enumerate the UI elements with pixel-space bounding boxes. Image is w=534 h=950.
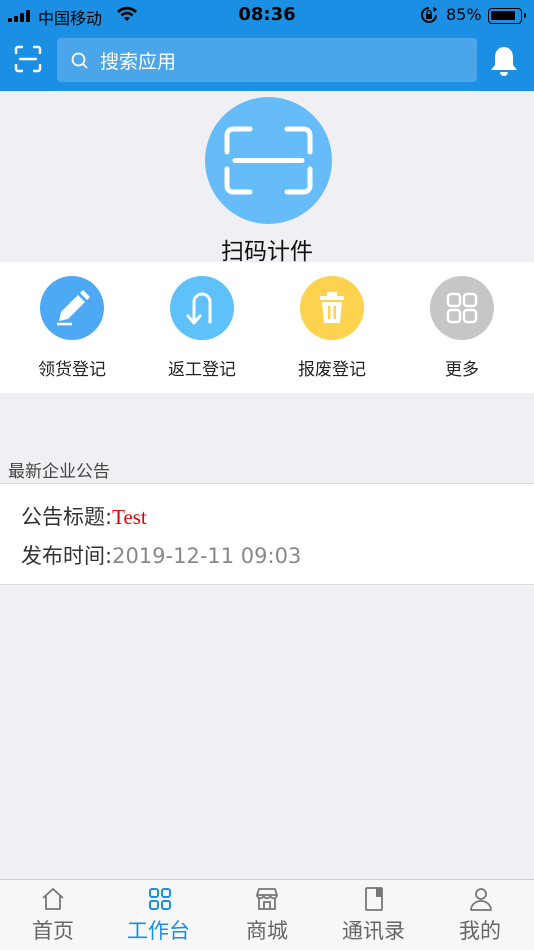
notifications-button[interactable]	[489, 44, 519, 78]
scan-icon	[14, 45, 42, 73]
tab-workbench[interactable]: 工作台	[107, 880, 214, 950]
scrap-button[interactable]: 报废登记	[265, 262, 399, 393]
app-header: 中国移动 08:36 85% 搜索应用	[0, 0, 534, 91]
rework-label: 返工登记	[168, 360, 236, 380]
announcement-time-label: 发布时间:	[21, 544, 113, 568]
rotation-lock-icon	[420, 6, 438, 28]
scrap-label: 报废登记	[298, 360, 366, 380]
quick-actions: 领货登记 返工登记 报废登记 更多	[0, 262, 534, 393]
announcement-time-value: 2019-12-11 09:03	[112, 544, 302, 568]
more-button[interactable]: 更多	[395, 262, 529, 393]
scan-button[interactable]	[12, 43, 44, 75]
home-icon	[42, 888, 64, 910]
battery-percentage: 85%	[446, 5, 482, 24]
search-placeholder: 搜索应用	[100, 51, 177, 73]
tab-contacts-label: 通讯录	[342, 919, 405, 943]
announcement-item[interactable]: 公告标题:Test 发布时间:2019-12-11 09:03	[0, 483, 534, 585]
rework-button[interactable]: 返工登记	[135, 262, 269, 393]
search-icon	[71, 52, 88, 69]
bell-icon	[491, 47, 517, 76]
search-input[interactable]: 搜索应用	[57, 38, 477, 82]
contacts-icon	[365, 887, 383, 911]
tab-profile-label: 我的	[459, 919, 501, 943]
receive-goods-label: 领货登记	[38, 360, 106, 380]
announcement-time-row: 发布时间:2019-12-11 09:03	[21, 540, 301, 570]
announcement-title-value: Test	[112, 505, 147, 529]
more-label: 更多	[445, 360, 479, 380]
battery-icon	[488, 8, 526, 24]
pencil-icon	[40, 276, 104, 340]
scan-count-title: 扫码计件	[221, 239, 313, 265]
receive-goods-button[interactable]: 领货登记	[5, 262, 139, 393]
announcement-title-label: 公告标题:	[21, 505, 113, 529]
grid-icon	[430, 276, 494, 340]
u-turn-icon	[170, 276, 234, 340]
announcement-title-row: 公告标题:Test	[21, 501, 147, 531]
tab-store-label: 商城	[246, 919, 288, 943]
workbench-icon	[149, 888, 171, 910]
trash-icon	[300, 276, 364, 340]
scan-count-button[interactable]	[205, 97, 332, 224]
tab-home-label: 首页	[32, 919, 74, 943]
announcements-heading: 最新企业公告	[8, 462, 110, 482]
bottom-tab-bar: 首页 工作台 商城 通讯录 我的	[0, 879, 534, 950]
tab-home[interactable]: 首页	[0, 880, 107, 950]
tab-workbench-label: 工作台	[127, 919, 190, 943]
store-icon	[256, 888, 278, 910]
scan-count-section: 扫码计件	[0, 91, 534, 265]
tab-contacts[interactable]: 通讯录	[320, 880, 427, 950]
tab-profile[interactable]: 我的	[427, 880, 534, 950]
profile-icon	[470, 888, 492, 911]
tab-store[interactable]: 商城	[214, 880, 320, 950]
scan-icon	[224, 126, 313, 195]
status-bar: 中国移动 08:36 85%	[0, 0, 534, 30]
